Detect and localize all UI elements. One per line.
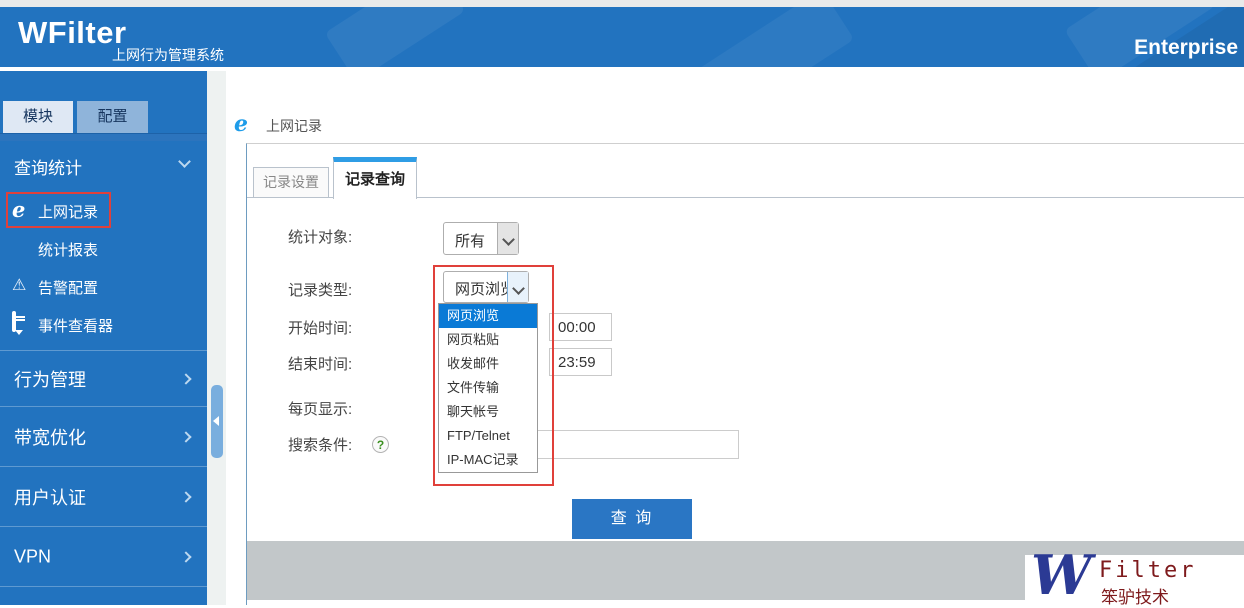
query-button[interactable]: 查 询 [572,499,692,539]
sidebar-item-event-viewer[interactable]: 事件查看器 [0,306,207,343]
sidebar-section-vpn[interactable]: VPN [0,526,207,586]
chevron-down-icon [179,155,191,167]
app-subtitle: 上网行为管理系统 [112,45,224,65]
edition-label: Enterprise [1134,36,1238,60]
sidebar-item-alert-config[interactable]: ⚠ 告警配置 [0,268,207,305]
dropdown-option[interactable]: 聊天帐号 [439,400,537,424]
chevron-down-icon[interactable] [497,223,518,254]
top-strip [0,0,1244,7]
dropdown-option[interactable]: FTP/Telnet [439,424,537,448]
search-label: 搜索条件: [288,434,352,455]
stat-object-label: 统计对象: [288,226,352,247]
dropdown-option[interactable]: 文件传输 [439,376,537,400]
sidebar-section-behavior-management[interactable]: 行为管理 [0,350,207,406]
keyboard-pattern [325,7,466,67]
dropdown-option[interactable]: 网页粘贴 [439,328,537,352]
sidebar-section-query-stats[interactable]: 查询统计 [0,142,207,190]
content-panel [246,143,1244,605]
app-header: WFilter 上网行为管理系统 Enterprise [0,7,1244,67]
report-icon [12,237,34,259]
watermark-subtitle: 笨驴技术 [1101,583,1169,608]
watermark-logo: W Filter 笨驴技术 [1025,555,1244,605]
alert-icon: ⚠ [12,275,34,297]
section-label: 查询统计 [14,154,82,179]
ie-icon: e [234,111,248,137]
tab-record-query[interactable]: 记录查询 [333,157,417,199]
sidebar-section-user-authentication[interactable]: 用户认证 [0,466,207,526]
chevron-right-icon [181,492,191,502]
start-time-input[interactable] [549,313,612,341]
dropdown-option[interactable]: 收发邮件 [439,352,537,376]
watermark-name: Filter [1099,558,1196,583]
record-type-select[interactable]: 网页浏览 [443,271,529,303]
sidebar: 模块 配置 查询统计 e 上网记录 统计报表 ⚠ 告警配置 事件查看器 行为管理 [0,71,207,605]
end-time-input[interactable] [549,348,612,376]
app-logo: WFilter [18,15,127,51]
dropdown-option[interactable]: IP-MAC记录 [439,448,537,472]
sidebar-section-partial [0,586,207,605]
sidebar-tab-modules[interactable]: 模块 [3,101,73,133]
end-time-label: 结束时间: [288,353,352,374]
sidebar-item-internet-records[interactable]: e 上网记录 [0,192,207,229]
page-size-label: 每页显示: [288,398,352,419]
wfilter-w-icon: W [1031,543,1092,607]
dropdown-option[interactable]: 网页浏览 [439,304,537,328]
sidebar-collapse-handle[interactable] [211,385,223,458]
chevron-down-icon[interactable] [507,272,528,302]
chevron-right-icon [181,432,191,442]
sidebar-tab-divider [0,133,207,141]
record-type-label: 记录类型: [288,279,352,300]
record-type-dropdown: 网页浏览 网页粘贴 收发邮件 文件传输 聊天帐号 FTP/Telnet IP-M… [438,303,538,473]
breadcrumb: 上网记录 [266,116,322,136]
chevron-right-icon [181,552,191,562]
sidebar-gutter [207,71,226,605]
tab-record-settings[interactable]: 记录设置 [253,167,329,198]
ie-icon: e [12,199,34,221]
help-icon[interactable]: ? [372,436,389,453]
event-viewer-icon [12,313,34,335]
stat-object-select[interactable]: 所有 [443,222,519,255]
keyboard-pattern [696,7,854,67]
sidebar-item-statistics-reports[interactable]: 统计报表 [0,230,207,267]
sidebar-section-bandwidth-optimization[interactable]: 带宽优化 [0,406,207,466]
wfilter-app: WFilter 上网行为管理系统 Enterprise 模块 配置 查询统计 e… [0,0,1244,605]
chevron-right-icon [181,374,191,384]
start-time-label: 开始时间: [288,317,352,338]
sidebar-tab-config[interactable]: 配置 [77,101,148,133]
